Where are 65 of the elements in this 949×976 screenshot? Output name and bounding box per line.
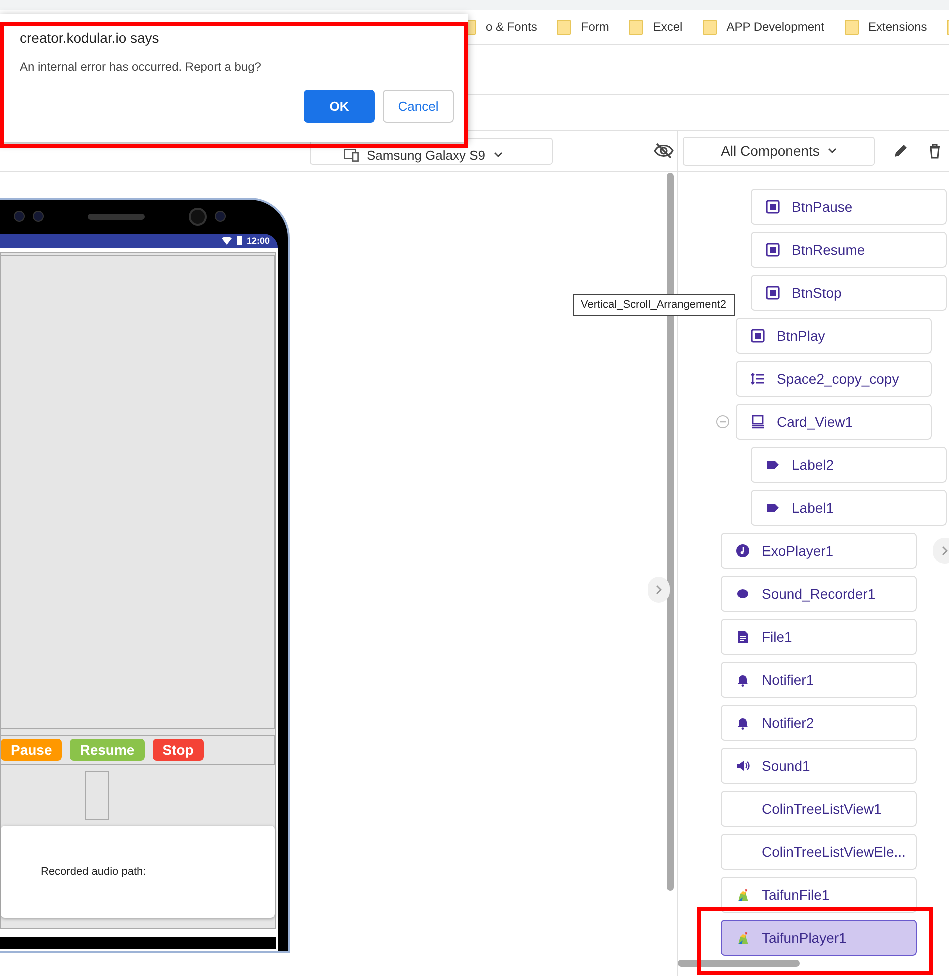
component-item[interactable]: Sound1 [721,748,917,784]
label-tag-icon [766,501,780,515]
chevron-right-icon [655,585,663,595]
component-item[interactable]: TaifunPlayer1 [721,920,917,956]
component-item[interactable]: Space2_copy_copy [736,361,932,397]
bookmark-link[interactable]: APP Development [726,20,825,34]
chevron-down-icon [494,152,503,158]
card-view-icon [751,415,765,429]
component-item[interactable]: Notifier1 [721,662,917,698]
dialog-button[interactable]: OK [304,90,375,123]
bell-icon [736,716,750,730]
folder-icon [557,20,572,34]
card-label: Recorded audio path: [41,866,146,878]
tooltip: Vertical_Scroll_Arrangement2 [573,294,735,316]
label-tag-icon [766,458,780,472]
spacing-icon [751,372,765,386]
battery-icon [236,236,242,246]
component-item[interactable]: ExoPlayer1 [721,533,917,569]
component-item[interactable]: BtnResume [751,232,947,268]
app-button[interactable]: Stop [152,739,204,761]
folder-icon [629,20,644,34]
bell-icon [736,673,750,687]
component-item[interactable]: Label2 [751,447,947,483]
component-item[interactable]: Label1 [751,490,947,526]
dialog-button[interactable]: Cancel [383,90,454,123]
button-component-icon [766,243,780,257]
wifi-icon [222,236,232,245]
folder-icon [702,20,717,34]
button-component-icon [766,200,780,214]
component-item[interactable]: ColinTreeListViewEle... [721,834,917,870]
empty-component-box [85,771,109,820]
dialog-message: An internal error has occurred. Report a bug? [20,60,262,74]
bookmark-link[interactable]: Excel [653,20,683,34]
component-item[interactable]: File1 [721,619,917,655]
extension-logo-icon [736,931,750,945]
button-component-icon [751,329,765,343]
document-icon [736,630,750,644]
bookmark-link[interactable]: Extensions [868,20,928,34]
recorder-icon [736,587,750,601]
collapse-toggle-icon[interactable] [716,415,730,429]
dialog-title: creator.kodular.io says [20,30,160,46]
bookmark-link[interactable]: Form [581,20,610,34]
component-item[interactable]: BtnStop [751,275,947,311]
component-item[interactable]: BtnPlay [736,318,932,354]
music-note-icon [736,544,750,558]
chevron-right-icon [941,546,949,556]
folder-icon [844,20,859,34]
speaker-icon [736,759,750,773]
trash-icon[interactable] [927,143,943,159]
filter-dropdown[interactable]: All Components [683,136,875,166]
status-time: 12:00 [246,236,270,246]
expand-panel-button[interactable] [648,577,670,603]
pencil-icon[interactable] [893,143,909,159]
component-item[interactable]: Card_View1 [736,404,932,440]
component-item[interactable]: BtnPause [751,189,947,225]
scrollbar[interactable] [678,960,800,967]
extension-logo-icon [736,888,750,902]
eye-hidden-icon[interactable] [654,142,674,160]
button-component-icon [766,286,780,300]
bookmark-link[interactable]: o & Fonts [486,20,538,34]
device-icon [344,148,359,162]
component-item[interactable]: Sound_Recorder1 [721,576,917,612]
component-item[interactable]: Notifier2 [721,705,917,741]
chevron-down-icon [828,148,837,154]
component-item[interactable]: ColinTreeListView1 [721,791,917,827]
